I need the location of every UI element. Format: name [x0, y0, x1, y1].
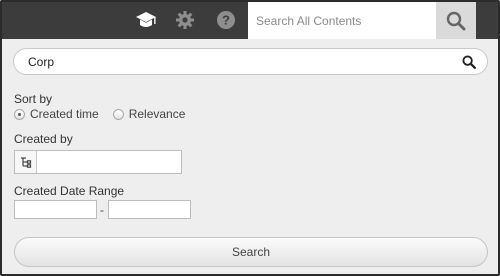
- global-search-input[interactable]: [248, 2, 436, 39]
- org-tree-icon: [20, 157, 31, 168]
- graduation-cap-icon[interactable]: [133, 8, 159, 32]
- sort-option-relevance[interactable]: Relevance: [112, 107, 186, 121]
- radio-button-checked[interactable]: [14, 108, 25, 120]
- search-panel: Sort by Created time Relevance Created b…: [2, 39, 498, 274]
- date-to-input[interactable]: [108, 200, 191, 219]
- app-window: ? Sort by Created time: [0, 0, 500, 276]
- top-bar: ?: [2, 2, 498, 39]
- sort-by-label: Sort by: [14, 92, 53, 106]
- global-search-button[interactable]: [436, 2, 476, 39]
- date-from-input[interactable]: [14, 200, 97, 219]
- created-by-field: [14, 150, 182, 174]
- query-field: [13, 48, 488, 75]
- sort-options: Created time Relevance: [14, 107, 199, 121]
- radio-button[interactable]: [112, 108, 124, 120]
- query-input[interactable]: [28, 49, 448, 74]
- help-icon[interactable]: ?: [213, 8, 239, 32]
- radio-label: Created time: [30, 107, 99, 121]
- search-icon: [446, 11, 466, 30]
- radio-label: Relevance: [128, 107, 186, 121]
- created-by-input[interactable]: [38, 151, 181, 173]
- gear-icon[interactable]: [172, 8, 198, 32]
- date-range-label: Created Date Range: [14, 184, 125, 198]
- search-button[interactable]: Search: [14, 237, 488, 267]
- created-by-label: Created by: [14, 132, 73, 146]
- svg-text:?: ?: [222, 13, 230, 28]
- date-range-separator: -: [100, 203, 104, 217]
- org-tree-picker-button[interactable]: [15, 151, 37, 173]
- sort-option-created-time[interactable]: Created time: [14, 107, 99, 121]
- search-icon[interactable]: [462, 55, 476, 69]
